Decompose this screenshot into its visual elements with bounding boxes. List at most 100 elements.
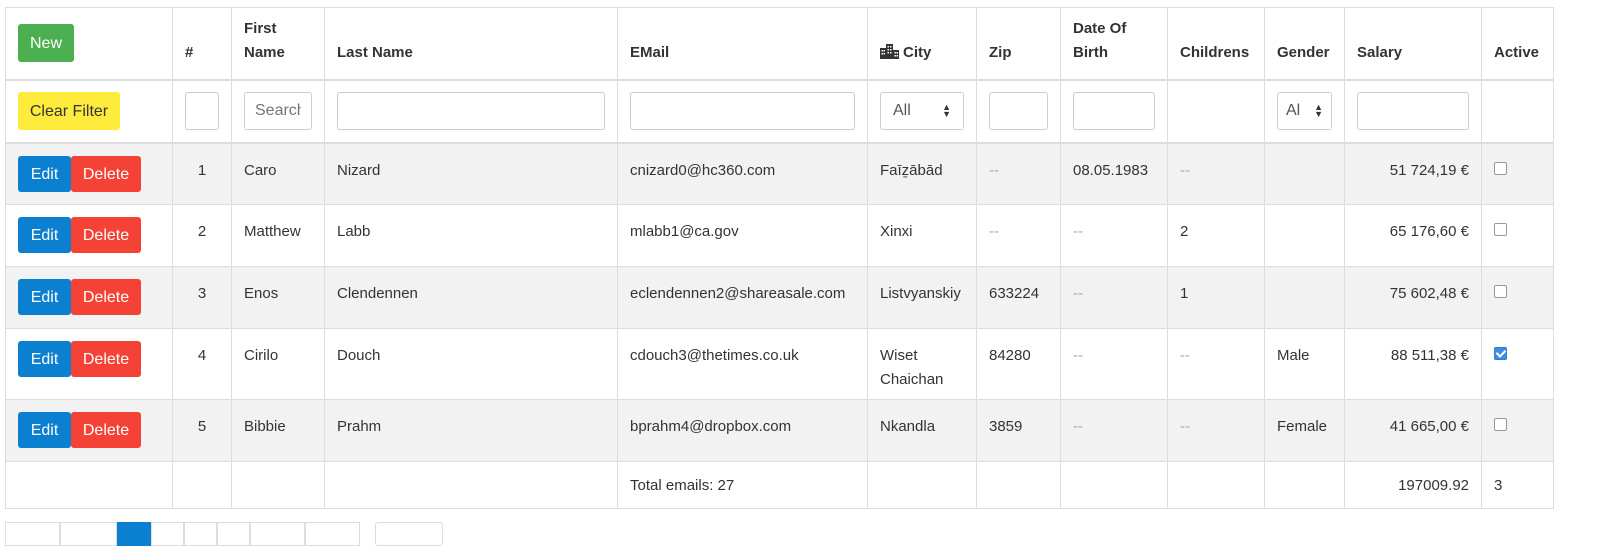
active-checkbox[interactable]	[1494, 418, 1507, 431]
table-row: Edit Delete 5 Bibbie Prahm bprahm4@dropbo…	[5, 399, 1554, 462]
select-arrows-icon: ▲ ▼	[942, 102, 951, 119]
delete-button[interactable]: Delete	[71, 155, 141, 192]
pagination-item[interactable]	[5, 522, 60, 546]
filter-city-cell: All ▲ ▼	[867, 79, 977, 144]
cell-gender: Female	[1264, 399, 1345, 462]
edit-button[interactable]: Edit	[18, 341, 71, 377]
table-row: Edit Delete 2 Matthew Labb mlabb1@ca.gov …	[5, 204, 1554, 267]
edit-button[interactable]: Edit	[18, 412, 71, 448]
footer-cell	[867, 461, 977, 509]
cell-active	[1481, 266, 1554, 329]
cell-dob: --	[1060, 328, 1168, 400]
active-checkbox[interactable]	[1494, 223, 1507, 236]
cell-childrens: --	[1167, 142, 1265, 205]
footer-cell	[172, 461, 232, 509]
column-header-childrens[interactable]: Childrens	[1167, 7, 1265, 81]
filter-last-name-cell	[324, 79, 618, 144]
filter-first-name-cell	[231, 79, 325, 144]
column-header-dob[interactable]: Date Of Birth	[1060, 7, 1168, 81]
cell-zip: --	[976, 142, 1061, 205]
delete-button[interactable]: Delete	[71, 341, 141, 377]
footer-cell	[1167, 461, 1265, 509]
footer-salary-total: 197009.92	[1344, 461, 1482, 509]
cell-last-name: Labb	[324, 204, 618, 267]
delete-button[interactable]: Delete	[71, 279, 141, 315]
salary-filter-input[interactable]	[1357, 92, 1469, 130]
pagination-item-active[interactable]	[117, 522, 151, 546]
cell-first-name: Caro	[231, 142, 325, 205]
cell-dob: --	[1060, 204, 1168, 267]
cell-city: Wiset Chaichan	[867, 328, 977, 400]
column-header-email[interactable]: EMail	[617, 7, 868, 81]
edit-button[interactable]: Edit	[18, 279, 71, 315]
cell-email: cnizard0@hc360.com	[617, 142, 868, 205]
cell-childrens: --	[1167, 328, 1265, 400]
data-grid: New # First Name Last Name EMail City Zi…	[5, 7, 1554, 509]
column-header-salary[interactable]: Salary	[1344, 7, 1482, 81]
pagination-item[interactable]	[184, 522, 217, 546]
filter-dob-cell	[1060, 79, 1168, 144]
first-name-filter-input[interactable]	[244, 92, 312, 130]
column-header-zip[interactable]: Zip	[976, 7, 1061, 81]
column-header-active[interactable]: Active	[1481, 7, 1554, 81]
pagination-item[interactable]	[60, 522, 117, 546]
footer-total-emails: Total emails: 27	[617, 461, 868, 509]
zip-filter-input[interactable]	[989, 92, 1048, 130]
row-actions: Edit Delete	[5, 328, 173, 400]
email-filter-input[interactable]	[630, 92, 855, 130]
footer-cell	[1264, 461, 1345, 509]
city-building-icon	[880, 43, 899, 59]
filter-row: Clear Filter All ▲▼ Al ▲▼	[5, 79, 1554, 144]
pagination-item[interactable]	[217, 522, 250, 546]
cell-zip: 633224	[976, 266, 1061, 329]
num-filter-input[interactable]	[185, 92, 219, 130]
cell-gender	[1264, 266, 1345, 329]
actions-header: New	[5, 7, 173, 81]
cell-dob: --	[1060, 266, 1168, 329]
city-filter-select[interactable]: All ▲ ▼	[880, 92, 964, 130]
delete-button[interactable]: Delete	[71, 412, 141, 448]
new-button[interactable]: New	[18, 24, 74, 63]
table-row: Edit Delete 4 Cirilo Douch cdouch3@thetim…	[5, 328, 1554, 400]
pagination-item[interactable]	[305, 522, 360, 546]
cell-last-name: Nizard	[324, 142, 618, 205]
active-checkbox[interactable]	[1494, 161, 1507, 175]
cell-num: 5	[172, 399, 232, 462]
edit-button[interactable]: Edit	[18, 217, 71, 253]
dob-filter-input[interactable]	[1073, 92, 1155, 130]
cell-salary: 65 176,60 €	[1344, 204, 1482, 267]
cell-city-line2: Chaichan	[880, 371, 944, 388]
cell-gender	[1264, 142, 1345, 205]
last-name-filter-input[interactable]	[337, 92, 605, 130]
cell-num: 2	[172, 204, 232, 267]
clear-filter-button[interactable]: Clear Filter	[18, 92, 120, 130]
column-header-gender[interactable]: Gender	[1264, 7, 1345, 81]
cell-dob: 08.05.1983	[1060, 142, 1168, 205]
active-checkbox[interactable]	[1494, 347, 1507, 360]
page-size-select[interactable]	[375, 522, 443, 546]
column-header-first-name-line2: Name	[244, 43, 285, 61]
cell-zip: 84280	[976, 328, 1061, 400]
column-header-last-name[interactable]: Last Name	[324, 7, 618, 81]
footer-cell	[231, 461, 325, 509]
filter-actions-cell: Clear Filter	[5, 79, 173, 144]
gender-filter-select[interactable]: Al ▲ ▼	[1277, 92, 1332, 130]
cell-childrens: 2	[1167, 204, 1265, 267]
column-header-city[interactable]: City	[867, 7, 977, 81]
cell-num: 1	[172, 142, 232, 205]
city-filter-value: All	[893, 102, 911, 119]
pagination-item[interactable]	[250, 522, 305, 546]
cell-childrens: --	[1167, 399, 1265, 462]
cell-city-line1: Wiset	[880, 347, 918, 364]
filter-gender-cell: Al ▲ ▼	[1264, 79, 1345, 144]
active-checkbox[interactable]	[1494, 285, 1507, 298]
cell-zip: --	[976, 204, 1061, 267]
pagination-item[interactable]	[151, 522, 184, 546]
row-actions: Edit Delete	[5, 142, 173, 205]
column-header-first-name[interactable]: First Name	[231, 7, 325, 81]
edit-button[interactable]: Edit	[18, 155, 71, 192]
cell-salary: 75 602,48 €	[1344, 266, 1482, 329]
column-header-dob-line2: Birth	[1073, 43, 1108, 61]
column-header-num[interactable]: #	[172, 7, 232, 81]
delete-button[interactable]: Delete	[71, 217, 141, 253]
